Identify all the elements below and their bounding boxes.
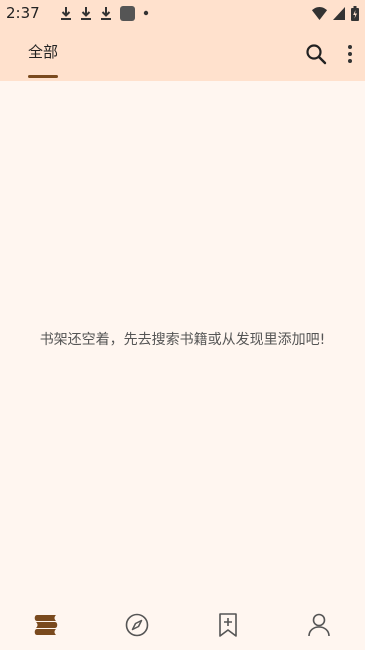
nav-profile[interactable] xyxy=(294,605,344,645)
download-icon xyxy=(100,6,112,20)
battery-icon xyxy=(351,5,359,21)
tab-label: 全部 xyxy=(28,43,59,61)
search-icon[interactable] xyxy=(305,43,327,65)
empty-message: 书架还空着，先去搜索书籍或从发现里添加吧! xyxy=(39,331,326,348)
tab-indicator xyxy=(28,75,58,78)
app-icon xyxy=(119,5,135,21)
bookshelf-icon xyxy=(33,614,59,636)
download-icon xyxy=(60,6,72,20)
signal-icon xyxy=(333,6,345,20)
tab-all[interactable]: 全部 xyxy=(28,26,58,81)
more-vert-icon[interactable] xyxy=(347,44,353,64)
status-bar: 2:37 xyxy=(0,0,365,26)
bookshelf-content: 书架还空着，先去搜索书籍或从发现里添加吧! xyxy=(0,81,365,596)
bookmark-add-icon xyxy=(218,613,238,637)
nav-discover[interactable] xyxy=(112,605,162,645)
compass-icon xyxy=(125,613,149,637)
top-actions xyxy=(305,26,353,81)
status-left: 2:37 xyxy=(6,4,149,22)
status-time: 2:37 xyxy=(6,4,40,22)
dot-icon xyxy=(143,10,149,16)
nav-bookmark[interactable] xyxy=(203,605,253,645)
top-app-bar: 全部 xyxy=(0,26,365,81)
wifi-icon xyxy=(312,6,327,20)
status-right xyxy=(312,5,359,21)
person-icon xyxy=(308,613,331,637)
bottom-navigation xyxy=(0,600,365,650)
download-icon xyxy=(80,6,92,20)
nav-bookshelf[interactable] xyxy=(21,605,71,645)
